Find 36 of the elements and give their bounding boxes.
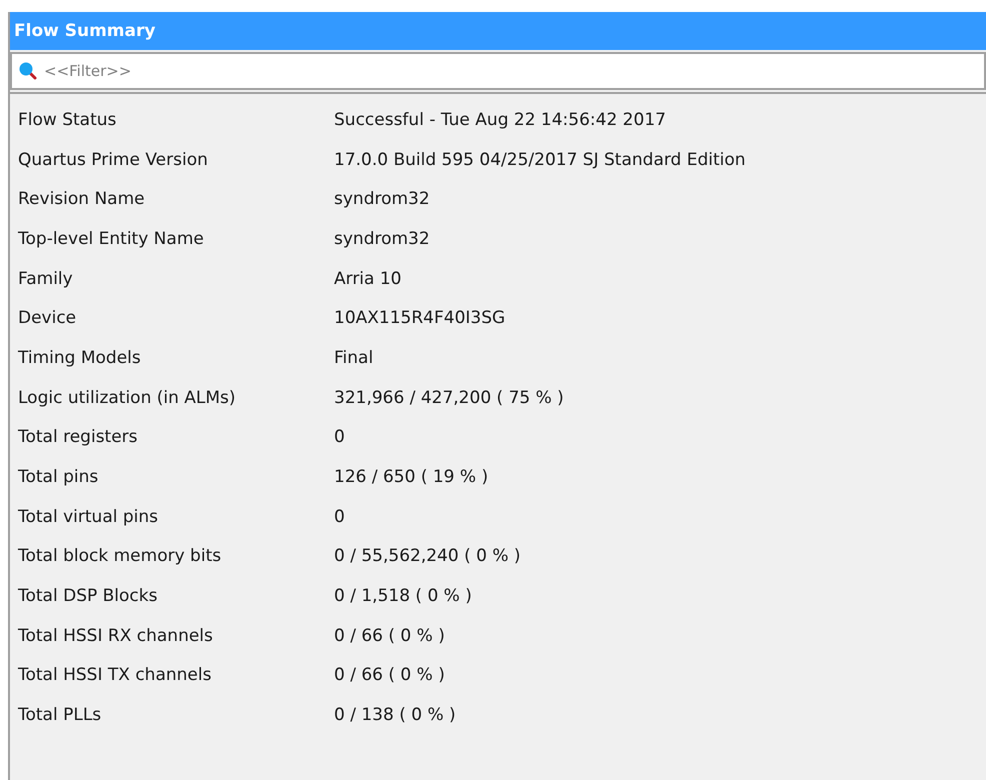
row-label: Total PLLs [17, 705, 102, 726]
row-label: Revision Name [17, 189, 146, 210]
row-value: Arria 10 [334, 268, 402, 289]
row-label: Top-level Entity Name [17, 228, 205, 249]
row-value: 10AX115R4F40I3SG [334, 308, 506, 328]
row-value: Successful - Tue Aug 22 14:56:42 2017 [334, 110, 666, 130]
row-label: Device [17, 308, 78, 328]
row-label: Total block memory bits [17, 546, 222, 566]
row-value: 0 [334, 427, 345, 448]
row-label: Total HSSI RX channels [17, 626, 214, 646]
row-label: Total registers [17, 427, 139, 448]
row-label: Quartus Prime Version [17, 150, 209, 170]
row-value: 321,966 / 427,200 ( 75 % ) [334, 388, 564, 408]
filter-input[interactable]: <<Filter>> [42, 61, 984, 81]
row-value: 0 [334, 506, 345, 527]
row-value: 17.0.0 Build 595 04/25/2017 SJ Standard Edition [334, 150, 746, 170]
row-value: 0 / 55,562,240 ( 0 % ) [334, 546, 521, 566]
row-label: Logic utilization (in ALMs) [17, 388, 237, 408]
row-value: 126 / 650 ( 19 % ) [334, 467, 488, 488]
row-label: Total virtual pins [17, 506, 160, 527]
panel-title: Flow Summary [14, 21, 156, 41]
row-value: 0 / 1,518 ( 0 % ) [334, 586, 472, 606]
row-value: 0 / 66 ( 0 % ) [334, 665, 445, 686]
row-value: syndrom32 [334, 228, 430, 249]
row-value: 0 / 66 ( 0 % ) [334, 626, 445, 646]
row-label: Total pins [17, 467, 100, 488]
row-value: syndrom32 [334, 189, 430, 210]
row-label: Family [17, 268, 74, 289]
row-value: 0 / 138 ( 0 % ) [334, 705, 456, 726]
row-label: Total DSP Blocks [17, 586, 158, 606]
row-label: Flow Status [17, 110, 118, 130]
search-icon [18, 61, 38, 81]
row-label: Timing Models [17, 348, 142, 368]
row-label: Total HSSI TX channels [17, 665, 212, 686]
row-value: Final [334, 348, 374, 368]
filter-field[interactable]: <<Filter>> [10, 52, 986, 90]
